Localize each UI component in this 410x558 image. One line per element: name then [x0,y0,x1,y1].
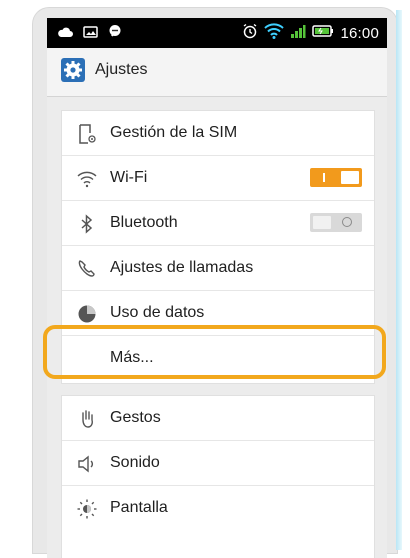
wifi-toggle[interactable] [310,168,362,187]
phone-icon [76,258,98,280]
chat-icon [108,24,122,43]
status-time: 16:00 [340,25,379,42]
alarm-icon [242,23,258,44]
settings-item-data[interactable]: Uso de datos [62,291,374,336]
page-title: Ajustes [95,61,148,78]
settings-item-sim[interactable]: Gestión de la SIM [62,111,374,156]
settings-item-label: Gestos [110,409,161,426]
settings-item-label: Pantalla [110,499,168,516]
settings-item-label: Wi-Fi [110,169,148,186]
settings-group-network: Gestión de la SIM Wi-Fi Bluetooth Ajuste… [61,110,375,384]
toggle-ring [342,217,352,227]
settings-item-label: Ajustes de llamadas [110,259,254,276]
status-right-icons: 16:00 [242,23,379,44]
toggle-bar [323,173,325,182]
settings-item-wifi[interactable]: Wi-Fi [62,156,374,201]
settings-item-label: Gestión de la SIM [110,124,238,141]
toggle-knob [313,216,331,229]
signal-icon [290,23,306,44]
settings-item-more[interactable]: Más... [62,336,374,380]
settings-item-label: Más... [110,349,154,366]
wifi-icon [264,23,285,44]
settings-item-display[interactable]: Pantalla [62,486,374,530]
speaker-icon [76,453,98,475]
phone-screen: 16:00 Ajustes Gestión de la SIM Wi-Fi Bl… [47,18,387,558]
toggle-knob [341,171,359,184]
app-bar: Ajustes [47,48,387,97]
settings-group-device: Gestos Sonido Pantalla [61,395,375,558]
settings-item-label: Sonido [110,454,160,471]
settings-item-bluetooth[interactable]: Bluetooth [62,201,374,246]
status-left-icons [57,24,122,43]
wifi-icon [76,168,98,190]
brightness-icon [76,498,98,520]
status-bar: 16:00 [47,18,387,48]
page: 16:00 Ajustes Gestión de la SIM Wi-Fi Bl… [0,0,410,558]
battery-icon [312,24,334,43]
settings-item-label: Bluetooth [110,214,178,231]
data-usage-icon [76,303,98,325]
settings-item-calls[interactable]: Ajustes de llamadas [62,246,374,291]
hand-icon [76,408,98,430]
settings-gear-icon[interactable] [61,58,85,82]
settings-item-gestures[interactable]: Gestos [62,396,374,441]
settings-item-label: Uso de datos [110,304,205,321]
phone-side-highlight [396,10,402,550]
bluetooth-icon [76,213,98,235]
sim-management-icon [76,123,98,145]
bluetooth-toggle[interactable] [310,213,362,232]
settings-item-sound[interactable]: Sonido [62,441,374,486]
cloud-icon [57,25,73,43]
gallery-icon [83,25,98,43]
